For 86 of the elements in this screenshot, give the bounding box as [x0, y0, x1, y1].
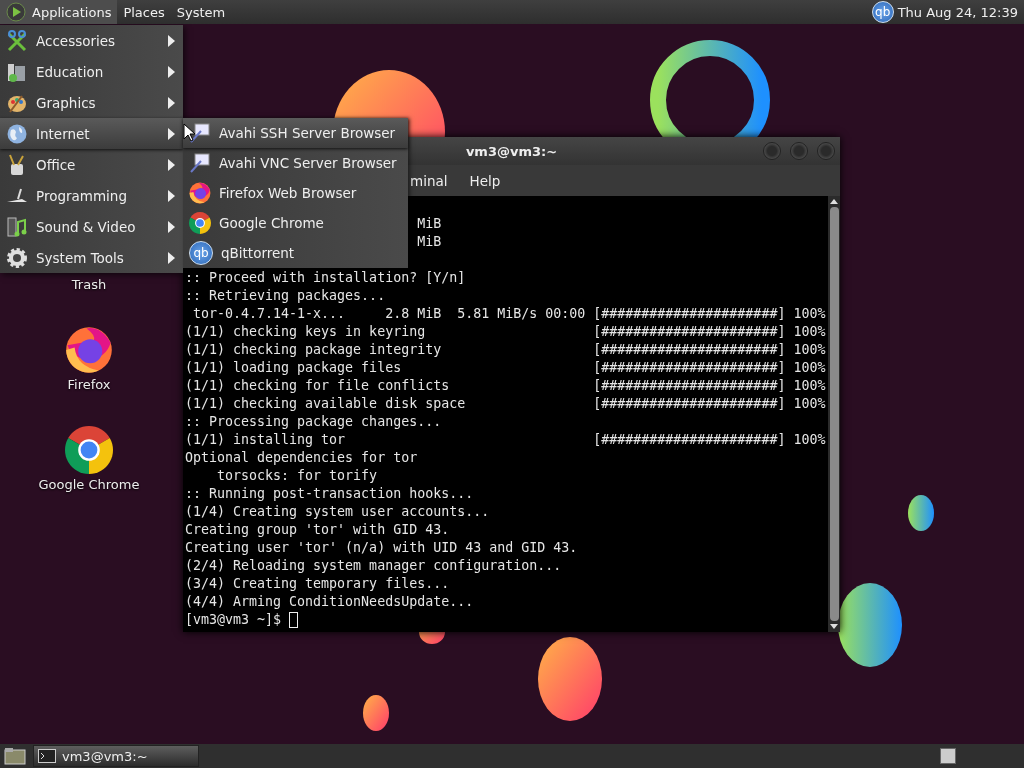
menu-item[interactable]: Internet	[0, 118, 183, 149]
terminal-icon	[38, 749, 56, 763]
gear-icon	[6, 246, 28, 269]
globe-icon	[6, 122, 28, 145]
menu-logo-icon	[6, 2, 26, 22]
shell-prompt: [vm3@vm3 ~]$	[185, 611, 282, 629]
menu-item[interactable]: Accessories	[0, 25, 183, 56]
desktop-icon-label[interactable]: Google Chrome	[38, 476, 140, 494]
monitor-icon	[189, 122, 211, 144]
menu-item[interactable]: Graphics	[0, 87, 183, 118]
terminal-line: (1/1) installing tor	[185, 431, 347, 449]
terminal-line: (1/1) checking package integrity	[185, 341, 443, 359]
taskbar-button[interactable]: vm3@vm3:~	[33, 745, 199, 767]
terminal-line: (1/1) checking for file conflicts	[185, 377, 451, 395]
submenu-arrow-icon	[168, 220, 175, 233]
terminal-line: :: Processing package changes...	[185, 413, 442, 431]
terminal-line: tor-0.4.7.14-1-x... 2.8 MiB 5.81 MiB/s 00:00	[192, 305, 587, 323]
menu-item[interactable]: Google Chrome	[183, 208, 408, 238]
terminal-line: (1/1) loading package files	[185, 359, 403, 377]
terminal-line: MiB	[417, 215, 442, 233]
submenu-arrow-icon	[168, 127, 175, 140]
text-cursor	[289, 612, 299, 628]
scissors-icon	[6, 29, 28, 52]
clock[interactable]: Thu Aug 24, 12:39	[897, 4, 1018, 20]
progress-text: [######################]	[593, 305, 786, 323]
menu-item[interactable]: Education	[0, 56, 183, 87]
terminal-line: (2/4) Reloading system manager configuration...	[185, 557, 562, 575]
mouse-pointer-icon	[183, 123, 195, 142]
percent-text: 100%	[793, 323, 826, 341]
menu-item[interactable]: Avahi VNC Server Browser	[183, 148, 408, 178]
terminal-line: (1/4) Creating system user accounts...	[185, 503, 490, 521]
percent-text: 100%	[793, 431, 826, 449]
menu-item[interactable]: Avahi SSH Server Browser	[183, 118, 408, 148]
submenu-arrow-icon	[168, 189, 175, 202]
menu-bar-item[interactable]: minal	[410, 172, 448, 189]
submenu-arrow-icon	[168, 158, 175, 171]
menu-item[interactable]: Programming	[0, 180, 183, 211]
terminal-line: :: Proceed with installation? [Y/n]	[185, 269, 466, 287]
submenu-arrow-icon	[168, 65, 175, 78]
terminal-line: Creating user 'tor' (n/a) with UID 43 and GID 43.	[185, 539, 578, 557]
workspace-switcher[interactable]	[940, 748, 956, 764]
firefox-icon	[189, 182, 211, 204]
menu-item[interactable]: Office	[0, 149, 183, 180]
progress-text: [######################]	[593, 323, 786, 341]
desktop-icon-label[interactable]: Trash	[71, 276, 107, 294]
percent-text: 100%	[793, 395, 826, 413]
percent-text: 100%	[793, 305, 826, 323]
desktop-icon-label[interactable]: Firefox	[67, 376, 111, 394]
menu-bar-item[interactable]: Help	[469, 172, 501, 189]
progress-text: [######################]	[593, 431, 786, 449]
scrollbar[interactable]	[828, 196, 840, 632]
terminal-line: (3/4) Creating temporary files...	[185, 575, 450, 593]
terminal-line: :: Retrieving packages...	[185, 287, 386, 305]
progress-text: [######################]	[593, 377, 786, 395]
terminal-line: Creating group 'tor' with GID 43.	[185, 521, 450, 539]
chrome-icon	[189, 212, 211, 234]
firefox-icon	[65, 326, 113, 374]
terminal-line: (1/1) checking available disk space	[185, 395, 467, 413]
menu-item[interactable]: qb qBittorrent	[183, 238, 408, 268]
menu-item[interactable]: Sound & Video	[0, 211, 183, 242]
qbittorrent-icon: qb	[189, 241, 213, 265]
show-desktop-icon[interactable]	[3, 746, 27, 766]
percent-text: 100%	[793, 359, 826, 377]
submenu-arrow-icon	[168, 96, 175, 109]
percent-text: 100%	[793, 341, 826, 359]
terminal-line: Optional dependencies for tor	[185, 449, 418, 467]
progress-text: [######################]	[593, 395, 786, 413]
terminal-line: MiB	[417, 233, 442, 251]
panel-menu[interactable]: System	[170, 0, 232, 24]
monitor-icon	[189, 152, 211, 174]
progress-text: [######################]	[593, 341, 786, 359]
menu-item[interactable]: Firefox Web Browser	[183, 178, 408, 208]
panel-menu[interactable]: Applications	[0, 0, 118, 24]
progress-text: [######################]	[593, 359, 786, 377]
terminal-line: :: Running post-transaction hooks...	[185, 485, 474, 503]
panel-menu[interactable]: Places	[117, 0, 171, 24]
terminal-line: (1/1) checking keys in keyring	[185, 323, 427, 341]
menu-item[interactable]: System Tools	[0, 242, 183, 273]
terminal-line: (4/4) Arming ConditionNeedsUpdate...	[185, 593, 474, 611]
window-title: vm3@vm3:~	[465, 143, 558, 159]
terminal-line: torsocks: for torify	[216, 467, 378, 485]
film-note-icon	[6, 215, 28, 238]
chrome-icon	[65, 426, 113, 474]
submenu-arrow-icon	[168, 34, 175, 47]
percent-text: 100%	[793, 377, 826, 395]
submenu-arrow-icon	[168, 251, 175, 264]
